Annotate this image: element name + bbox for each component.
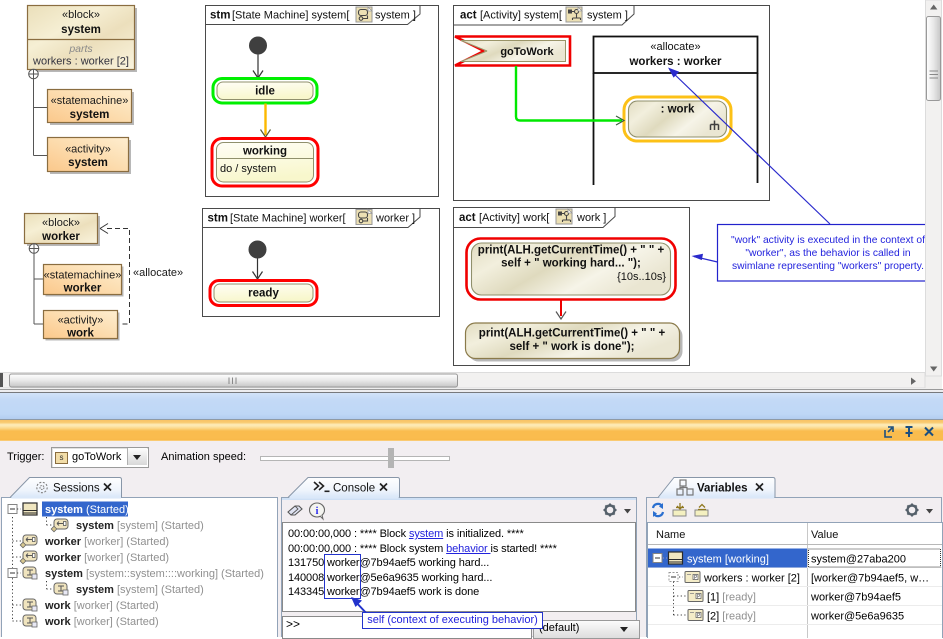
svg-text:workers : worker [2]: workers : worker [2] — [703, 573, 800, 585]
svg-text:[State Machine] worker[: [State Machine] worker[ — [230, 213, 346, 225]
svg-text:system: system — [68, 157, 108, 169]
svg-text:«statemachine»: «statemachine» — [51, 95, 129, 107]
svg-text:swimlane representing "workers: swimlane representing "workers" property… — [732, 261, 924, 272]
svg-text:stm: stm — [208, 213, 228, 225]
svg-text:self + " work is done");: self + " work is done"); — [510, 341, 635, 353]
svg-text:Value: Value — [811, 529, 838, 541]
svg-text:system@27aba200: system@27aba200 — [811, 554, 906, 566]
svg-text:work ]: work ] — [576, 212, 606, 224]
svg-text:work [worker] (Started): work [worker] (Started) — [44, 616, 159, 628]
svg-text:worker@7b94aef5: worker@7b94aef5 — [810, 592, 901, 604]
svg-text:system [system::system::::work: system [system::system::::working] (Star… — [45, 568, 264, 580]
svg-text:work [worker] (Started): work [worker] (Started) — [44, 600, 159, 612]
svg-text:system [system] (Started): system [system] (Started) — [76, 520, 204, 532]
svg-text:«block»: «block» — [42, 217, 80, 229]
svg-text:worker ]: worker ] — [375, 213, 415, 225]
svg-text:«statemachine»: «statemachine» — [44, 270, 122, 282]
svg-text:working: working — [242, 146, 287, 158]
svg-text:workers : worker: workers : worker — [628, 56, 722, 68]
svg-text:worker@5e6a9635: worker@5e6a9635 — [810, 611, 904, 623]
svg-text:«allocate»: «allocate» — [650, 41, 700, 53]
svg-text:ready: ready — [248, 288, 279, 300]
svg-text:system ]: system ] — [375, 10, 416, 22]
svg-text:system: system — [70, 109, 110, 121]
svg-text:«activity»: «activity» — [58, 315, 104, 327]
svg-text:system (Started): system (Started) — [45, 504, 129, 516]
svg-text:«allocate»: «allocate» — [133, 267, 183, 279]
svg-text:[worker@7b94aef5, w…: [worker@7b94aef5, w… — [811, 573, 929, 585]
svg-text:print(ALH.getCurrentTime() + ": print(ALH.getCurrentTime() + " " + — [478, 245, 665, 257]
svg-text:i: i — [316, 506, 319, 517]
svg-text:parts: parts — [68, 43, 93, 55]
svg-text:«activity»: «activity» — [65, 144, 111, 156]
svg-text:act: act — [460, 10, 477, 22]
svg-text:print(ALH.getCurrentTime() + ": print(ALH.getCurrentTime() + " " + — [479, 328, 666, 340]
svg-text:[1] [ready]: [1] [ready] — [707, 592, 756, 604]
svg-text:system [system] (Started): system [system] (Started) — [76, 584, 204, 596]
svg-text:system [working]: system [working] — [687, 554, 769, 566]
svg-text:goToWork: goToWork — [500, 46, 554, 58]
svg-text:[State Machine] system[: [State Machine] system[ — [232, 10, 349, 22]
svg-text:system: system — [61, 24, 101, 36]
svg-text:worker: worker — [41, 231, 80, 243]
svg-text:stm: stm — [210, 10, 230, 22]
svg-text:"worker", as the behavior is c: "worker", as the behavior is called in — [745, 248, 911, 259]
svg-text:Console: Console — [333, 483, 375, 495]
svg-text:act: act — [459, 212, 476, 224]
svg-text:self + " working hard... ");: self + " working hard... "); — [501, 258, 641, 270]
svg-text:workers : worker [2]: workers : worker [2] — [32, 56, 129, 68]
svg-text:: work: : work — [661, 104, 695, 116]
svg-text:work: work — [66, 328, 94, 340]
svg-text:idle: idle — [255, 86, 275, 98]
svg-text:system ]: system ] — [587, 10, 628, 22]
svg-text:[2] [ready]: [2] [ready] — [707, 611, 756, 623]
svg-text:[Activity] system[: [Activity] system[ — [480, 10, 562, 22]
svg-text:[Activity] work[: [Activity] work[ — [479, 212, 549, 224]
svg-text:Variables: Variables — [697, 483, 748, 495]
svg-text:«block»: «block» — [62, 9, 100, 21]
svg-text:"work" activity is executed in: "work" activity is executed in the conte… — [731, 235, 925, 246]
svg-text:worker [worker] (Started): worker [worker] (Started) — [44, 552, 169, 564]
svg-text:do / system: do / system — [220, 163, 276, 175]
svg-text:Name: Name — [656, 529, 685, 541]
svg-text:{10s..10s}: {10s..10s} — [617, 271, 666, 283]
svg-text:worker [worker] (Started): worker [worker] (Started) — [44, 536, 169, 548]
svg-text:worker: worker — [63, 283, 102, 295]
